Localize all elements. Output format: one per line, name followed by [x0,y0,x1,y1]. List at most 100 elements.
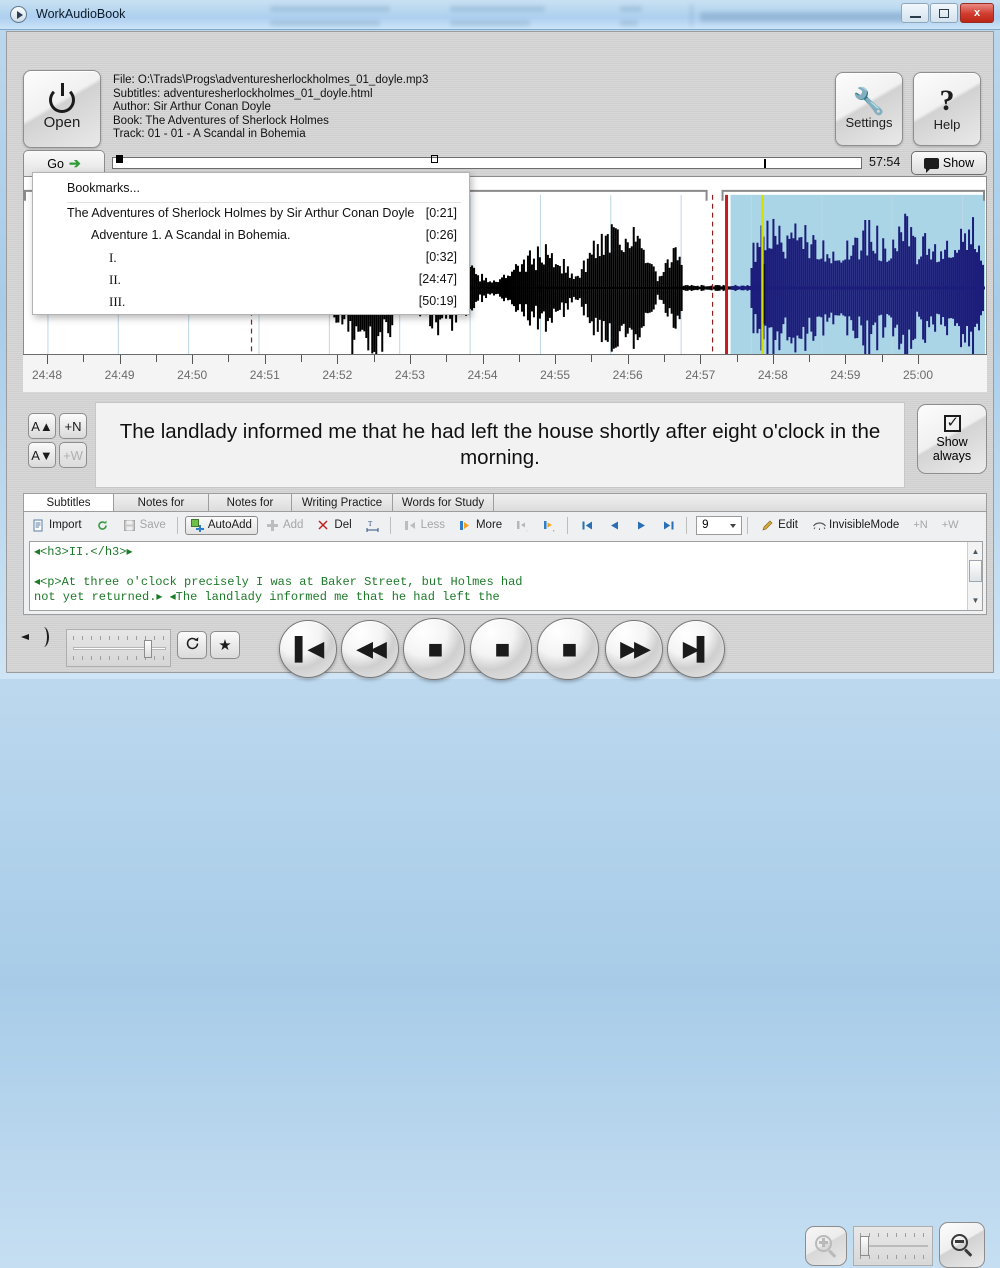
seek-playhead[interactable] [764,159,766,168]
loop-button[interactable] [177,631,207,659]
forward-button[interactable]: ▶▶ [605,620,663,678]
tab-words-for-study[interactable]: Words for Study [392,493,494,512]
bookmark-item[interactable]: The Adventures of Sherlock Holmes by Sir… [33,203,469,225]
less-button[interactable]: Less [398,516,451,535]
seek-end-marker[interactable] [431,155,438,163]
next-track-button[interactable]: ▶▌ [667,620,725,678]
axis-label: 24:49 [104,368,135,382]
axis-label: 24:55 [540,368,571,382]
last-subtitle-button[interactable] [656,516,681,535]
stop-button-3[interactable]: ■ [537,618,599,680]
nudge-right-button[interactable]: , [537,516,562,535]
skip-first-icon [581,519,594,532]
stop-icon-2: ■ [494,633,511,664]
axis-minor-tick [663,355,665,362]
bookmarks-dropdown[interactable]: Bookmarks... The Adventures of Sherlock … [32,172,470,315]
bookmark-label: Adventure 1. A Scandal in Bohemia. [91,228,291,242]
zoom-in-button[interactable] [805,1226,847,1266]
add-word-icon: +W [941,519,959,531]
bookmark-item[interactable]: II. [24:47] [33,269,469,291]
prev-track-icon: ▌◀ [294,636,324,661]
toolbar-add-note-button[interactable]: +N [907,516,933,534]
prev-subtitle-button[interactable] [602,516,627,535]
autoadd-button[interactable]: AutoAdd [184,515,258,535]
invisible-mode-button[interactable]: InvisibleMode [806,516,905,535]
scroll-down-icon[interactable]: ▼ [968,593,982,608]
seek-start-marker[interactable] [116,155,123,163]
axis-tick [482,355,484,364]
file-info-block: File: O:\Trads\Progs\adventuresherlockho… [113,74,428,142]
font-decrease-button[interactable]: A▼ [28,442,56,468]
axis-tick [264,355,266,364]
subtitles-code-text[interactable]: ◂<h3>II.</h3>▸ ◂<p>At three o'clock prec… [34,545,964,605]
tab-writing-practice[interactable]: Writing Practice [291,493,393,512]
rewind-button[interactable]: ◀◀ [341,620,399,678]
split-button[interactable]: T [360,516,385,535]
zoom-ticks-bottom [860,1255,928,1259]
plus-icon [266,519,279,532]
more-button[interactable]: More [453,516,508,535]
seek-bar[interactable] [112,155,862,169]
bookmark-item[interactable]: Adventure 1. A Scandal in Bohemia. [0:26] [33,225,469,247]
volume-slider[interactable] [66,629,171,667]
prev-track-button[interactable]: ▌◀ [279,620,337,678]
first-subtitle-button[interactable] [575,516,600,535]
minimize-button[interactable] [901,3,929,23]
page-number-value: 9 [702,519,709,531]
subtitles-code-editor[interactable]: ◂<h3>II.</h3>▸ ◂<p>At three o'clock prec… [29,541,983,611]
toolbar-add-word-button[interactable]: +W [936,516,965,534]
axis-minor-tick [446,355,448,362]
add-button[interactable]: Add [260,516,309,535]
zoom-track [860,1245,928,1247]
open-button[interactable]: Open [23,70,101,148]
chevron-down-icon[interactable] [730,523,737,528]
help-button[interactable]: ? Help [913,72,981,146]
editor-scrollbar[interactable]: ▲ ▼ [967,542,982,610]
zoom-out-button[interactable] [939,1222,985,1268]
autoadd-label: AutoAdd [207,519,252,531]
del-button[interactable]: Del [311,516,357,535]
page-number-select[interactable]: 9 [696,515,743,535]
maximize-button[interactable] [930,3,958,23]
edit-button[interactable]: Edit [755,516,804,535]
volume-thumb[interactable] [144,640,152,658]
add-word-button[interactable]: +W [59,442,87,468]
show-always-button[interactable]: Show always [917,404,987,474]
scroll-up-icon[interactable]: ▲ [968,544,982,559]
favorite-button[interactable]: ★ [210,631,240,659]
settings-button[interactable]: 🔧 Settings [835,72,903,146]
volume-ticks-bottom [73,656,166,660]
font-increase-button[interactable]: A▲ [28,413,56,439]
refresh-button[interactable] [90,516,115,535]
stop-button-2[interactable]: ■ [470,618,532,680]
close-button[interactable]: x [960,3,994,23]
axis-label: 24:52 [322,368,353,382]
bookmark-item[interactable]: III. [50:19] [33,291,469,313]
zoom-slider[interactable] [853,1226,933,1266]
bookmarks-header[interactable]: Bookmarks... [33,173,469,202]
axis-minor-tick [736,355,738,362]
show-button[interactable]: Show [911,151,987,175]
tab-notes-for-folder[interactable]: Notes for Folder [113,493,209,527]
editor-toolbar: Import Save AutoAdd Add Del T Less More … [24,512,986,538]
next-subtitle-button[interactable] [629,516,654,535]
stop-icon-1: ■ [427,633,444,664]
bookmark-label: III. [109,294,126,309]
import-button[interactable]: Import [26,516,88,535]
save-button[interactable]: Save [117,516,172,535]
stop-button-1[interactable]: ■ [403,618,465,680]
add-note-button[interactable]: +N [59,413,87,439]
zoom-thumb[interactable] [860,1236,869,1256]
star-icon: ★ [218,637,232,654]
scrollbar-thumb[interactable] [969,560,982,582]
invisible-mode-label: InvisibleMode [829,519,900,531]
axis-tick [700,355,702,364]
nudge-left-button[interactable]: , [510,516,535,535]
show-button-label: Show [942,156,975,170]
toolbar-separator-3 [567,516,569,534]
loop-icon [184,635,201,655]
tab-notes-for-file[interactable]: Notes for File [208,493,292,527]
tab-subtitles-editor[interactable]: Subtitles Editor [23,493,114,527]
bookmark-item[interactable]: I. [0:32] [33,247,469,269]
track-line: Track: 01 - 01 - A Scandal in Bohemia [113,128,306,141]
